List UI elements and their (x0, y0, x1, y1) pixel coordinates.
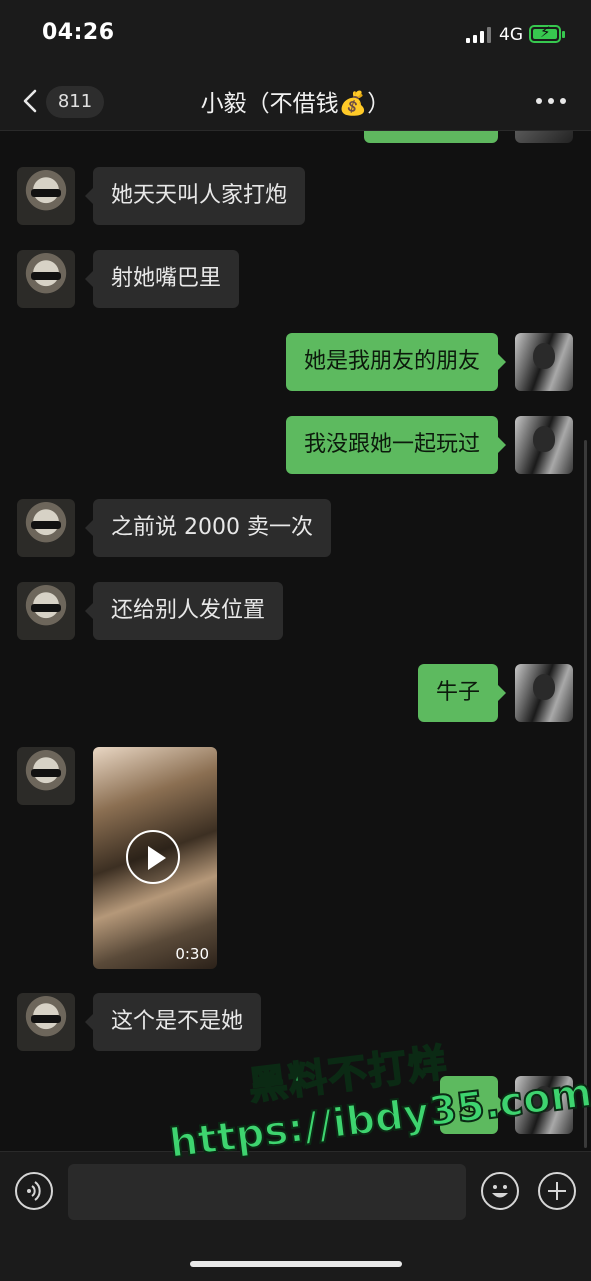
message-bubble[interactable]: 之前说 2000 卖一次 (85, 499, 331, 557)
message-bubble[interactable]: 还给别人发位置 (84, 582, 284, 640)
self-avatar[interactable] (515, 664, 573, 722)
status-time: 04:26 (42, 20, 115, 45)
status-bar: 04:26 4G ⚡ (0, 0, 591, 72)
message-list[interactable]: 她天天叫人家打炮 射她嘴巴里 她是我朋友的朋友 我没跟她一起玩过 之前说 200… (0, 131, 591, 1151)
self-avatar[interactable] (515, 333, 573, 391)
contact-avatar[interactable] (17, 499, 75, 557)
contact-avatar[interactable] (17, 167, 75, 225)
self-avatar[interactable] (515, 131, 573, 143)
message-bubble[interactable]: 我没跟她一起玩过 (285, 416, 507, 474)
plus-icon[interactable] (538, 1172, 576, 1210)
message-input[interactable] (68, 1164, 466, 1220)
chevron-left-icon (23, 89, 37, 113)
message-bubble[interactable]: 她是我朋友的朋友 (285, 333, 507, 391)
message-bubble[interactable]: 射她嘴巴里 (84, 250, 240, 308)
chat-header: 811 小毅（不借钱💰） (0, 72, 591, 131)
message-bubble[interactable]: 是 (439, 1076, 507, 1134)
self-avatar[interactable] (515, 416, 573, 474)
previous-message-bubble[interactable] (364, 131, 498, 143)
message-bubble[interactable]: 这个是不是她 (84, 993, 262, 1051)
back-button[interactable]: 811 (18, 82, 106, 120)
video-message[interactable]: 0:30 (93, 747, 217, 969)
play-icon[interactable] (126, 830, 180, 884)
home-indicator[interactable] (190, 1261, 402, 1267)
voice-icon[interactable] (15, 1172, 53, 1210)
contact-avatar[interactable] (17, 747, 75, 805)
contact-avatar[interactable] (17, 582, 75, 640)
contact-avatar[interactable] (17, 993, 75, 1051)
emoji-icon[interactable] (481, 1172, 519, 1210)
scrollbar[interactable] (584, 440, 587, 1148)
signal-icon (466, 27, 492, 43)
self-avatar[interactable] (515, 1076, 573, 1134)
message-bubble[interactable]: 她天天叫人家打炮 (84, 167, 306, 225)
network-type: 4G (499, 25, 523, 45)
battery-charging-icon: ⚡ (529, 23, 561, 43)
video-duration: 0:30 (175, 945, 209, 963)
chat-title: 小毅（不借钱💰） (200, 91, 391, 117)
more-dots-icon[interactable] (534, 92, 568, 110)
message-bubble[interactable]: 牛子 (417, 664, 507, 722)
contact-avatar[interactable] (17, 250, 75, 308)
unread-count-badge: 811 (46, 86, 104, 118)
